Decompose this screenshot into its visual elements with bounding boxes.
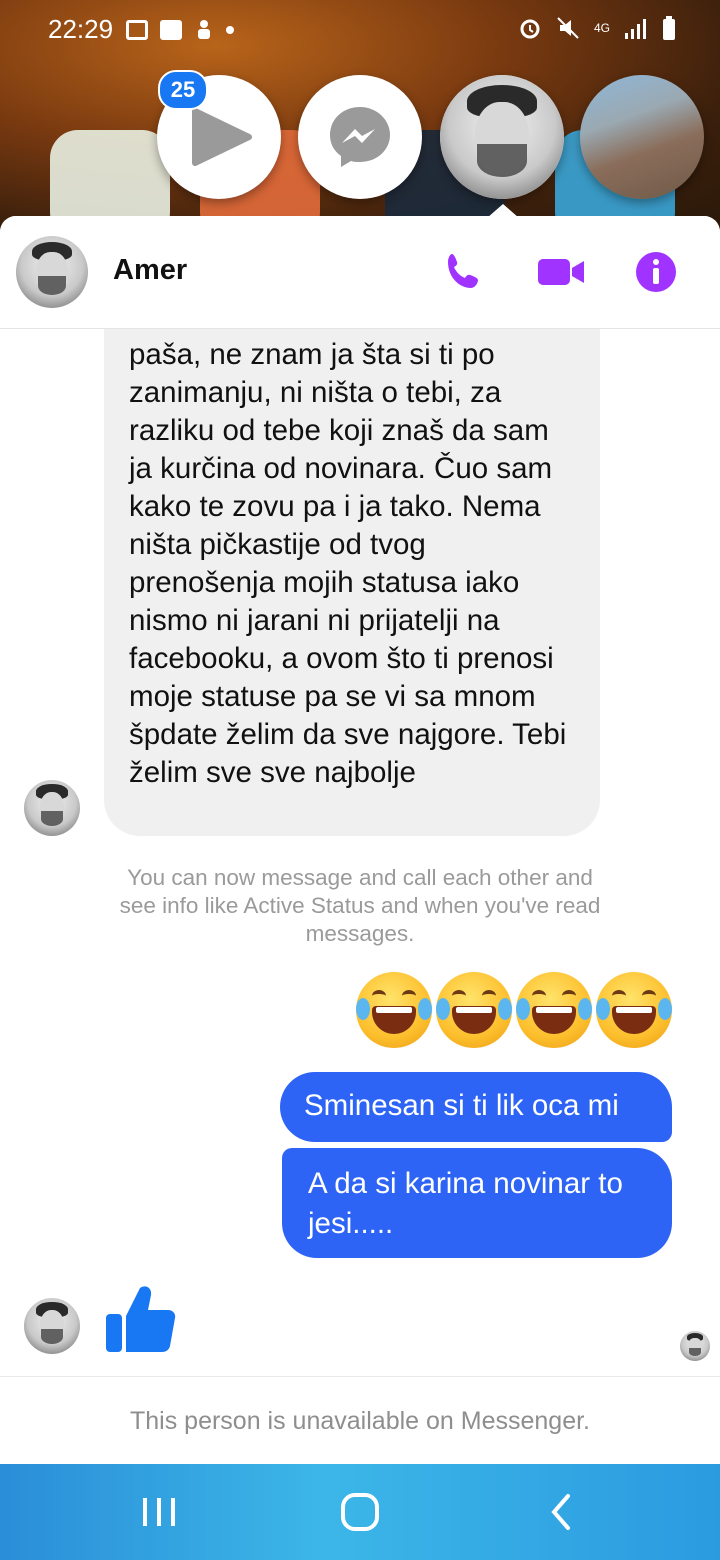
- sender-avatar[interactable]: [24, 780, 80, 836]
- system-icons: 4G: [518, 16, 676, 40]
- recent-apps-icon[interactable]: [137, 1490, 181, 1534]
- emoji-message[interactable]: [356, 972, 672, 1048]
- facebook-icon: [160, 20, 182, 40]
- chat-head-photo[interactable]: [580, 75, 704, 199]
- app-notification-icon: [198, 20, 210, 39]
- contact-name[interactable]: Amer: [113, 254, 187, 287]
- laughing-emoji-icon: [596, 972, 672, 1048]
- messenger-icon: [330, 107, 390, 167]
- chat-window: Amer paša, ne znam ja šta si ti po zanim…: [0, 216, 720, 1465]
- system-note: You can now message and call each other …: [119, 865, 601, 946]
- thumbs-up-icon[interactable]: [102, 1280, 178, 1356]
- unread-badge: 25: [158, 70, 208, 110]
- laughing-emoji-icon: [516, 972, 592, 1048]
- gallery-icon: [126, 20, 148, 40]
- info-icon[interactable]: [634, 250, 678, 294]
- read-receipt-avatar: [680, 1331, 710, 1361]
- more-notifications-icon: [226, 26, 234, 34]
- status-bar: 22:29 4G: [0, 0, 720, 60]
- unavailable-banner: This person is unavailable on Messenger.: [0, 1376, 720, 1465]
- chat-header: Amer: [0, 216, 720, 329]
- chat-head-amer[interactable]: [440, 75, 564, 199]
- system-nav-bar: [0, 1464, 720, 1560]
- mute-icon: [557, 17, 579, 39]
- home-icon[interactable]: [338, 1490, 382, 1534]
- video-call-icon[interactable]: [536, 250, 586, 294]
- incoming-message[interactable]: paša, ne znam ja šta si ti po zanimanju,…: [104, 328, 600, 836]
- outgoing-message[interactable]: Sminesan si ti lik oca mi: [280, 1072, 672, 1142]
- outgoing-message[interactable]: A da si karina novinar to jesi.....: [282, 1148, 672, 1258]
- back-icon[interactable]: [540, 1490, 584, 1534]
- chat-head-messenger[interactable]: [298, 75, 422, 199]
- laughing-emoji-icon: [356, 972, 432, 1048]
- alarm-icon: [520, 19, 540, 39]
- contact-avatar[interactable]: [16, 236, 88, 308]
- status-time: 22:29: [48, 14, 114, 44]
- notification-icons: [126, 18, 234, 42]
- network-type: 4G: [593, 21, 610, 35]
- phone-icon[interactable]: [442, 250, 486, 294]
- message-list[interactable]: paša, ne znam ja šta si ti po zanimanju,…: [0, 328, 720, 1376]
- battery-icon: [663, 16, 675, 40]
- app-icon-ghost: [50, 130, 170, 230]
- avatar: [440, 75, 564, 199]
- sender-avatar[interactable]: [24, 1298, 80, 1354]
- signal-icon: [625, 19, 646, 39]
- laughing-emoji-icon: [436, 972, 512, 1048]
